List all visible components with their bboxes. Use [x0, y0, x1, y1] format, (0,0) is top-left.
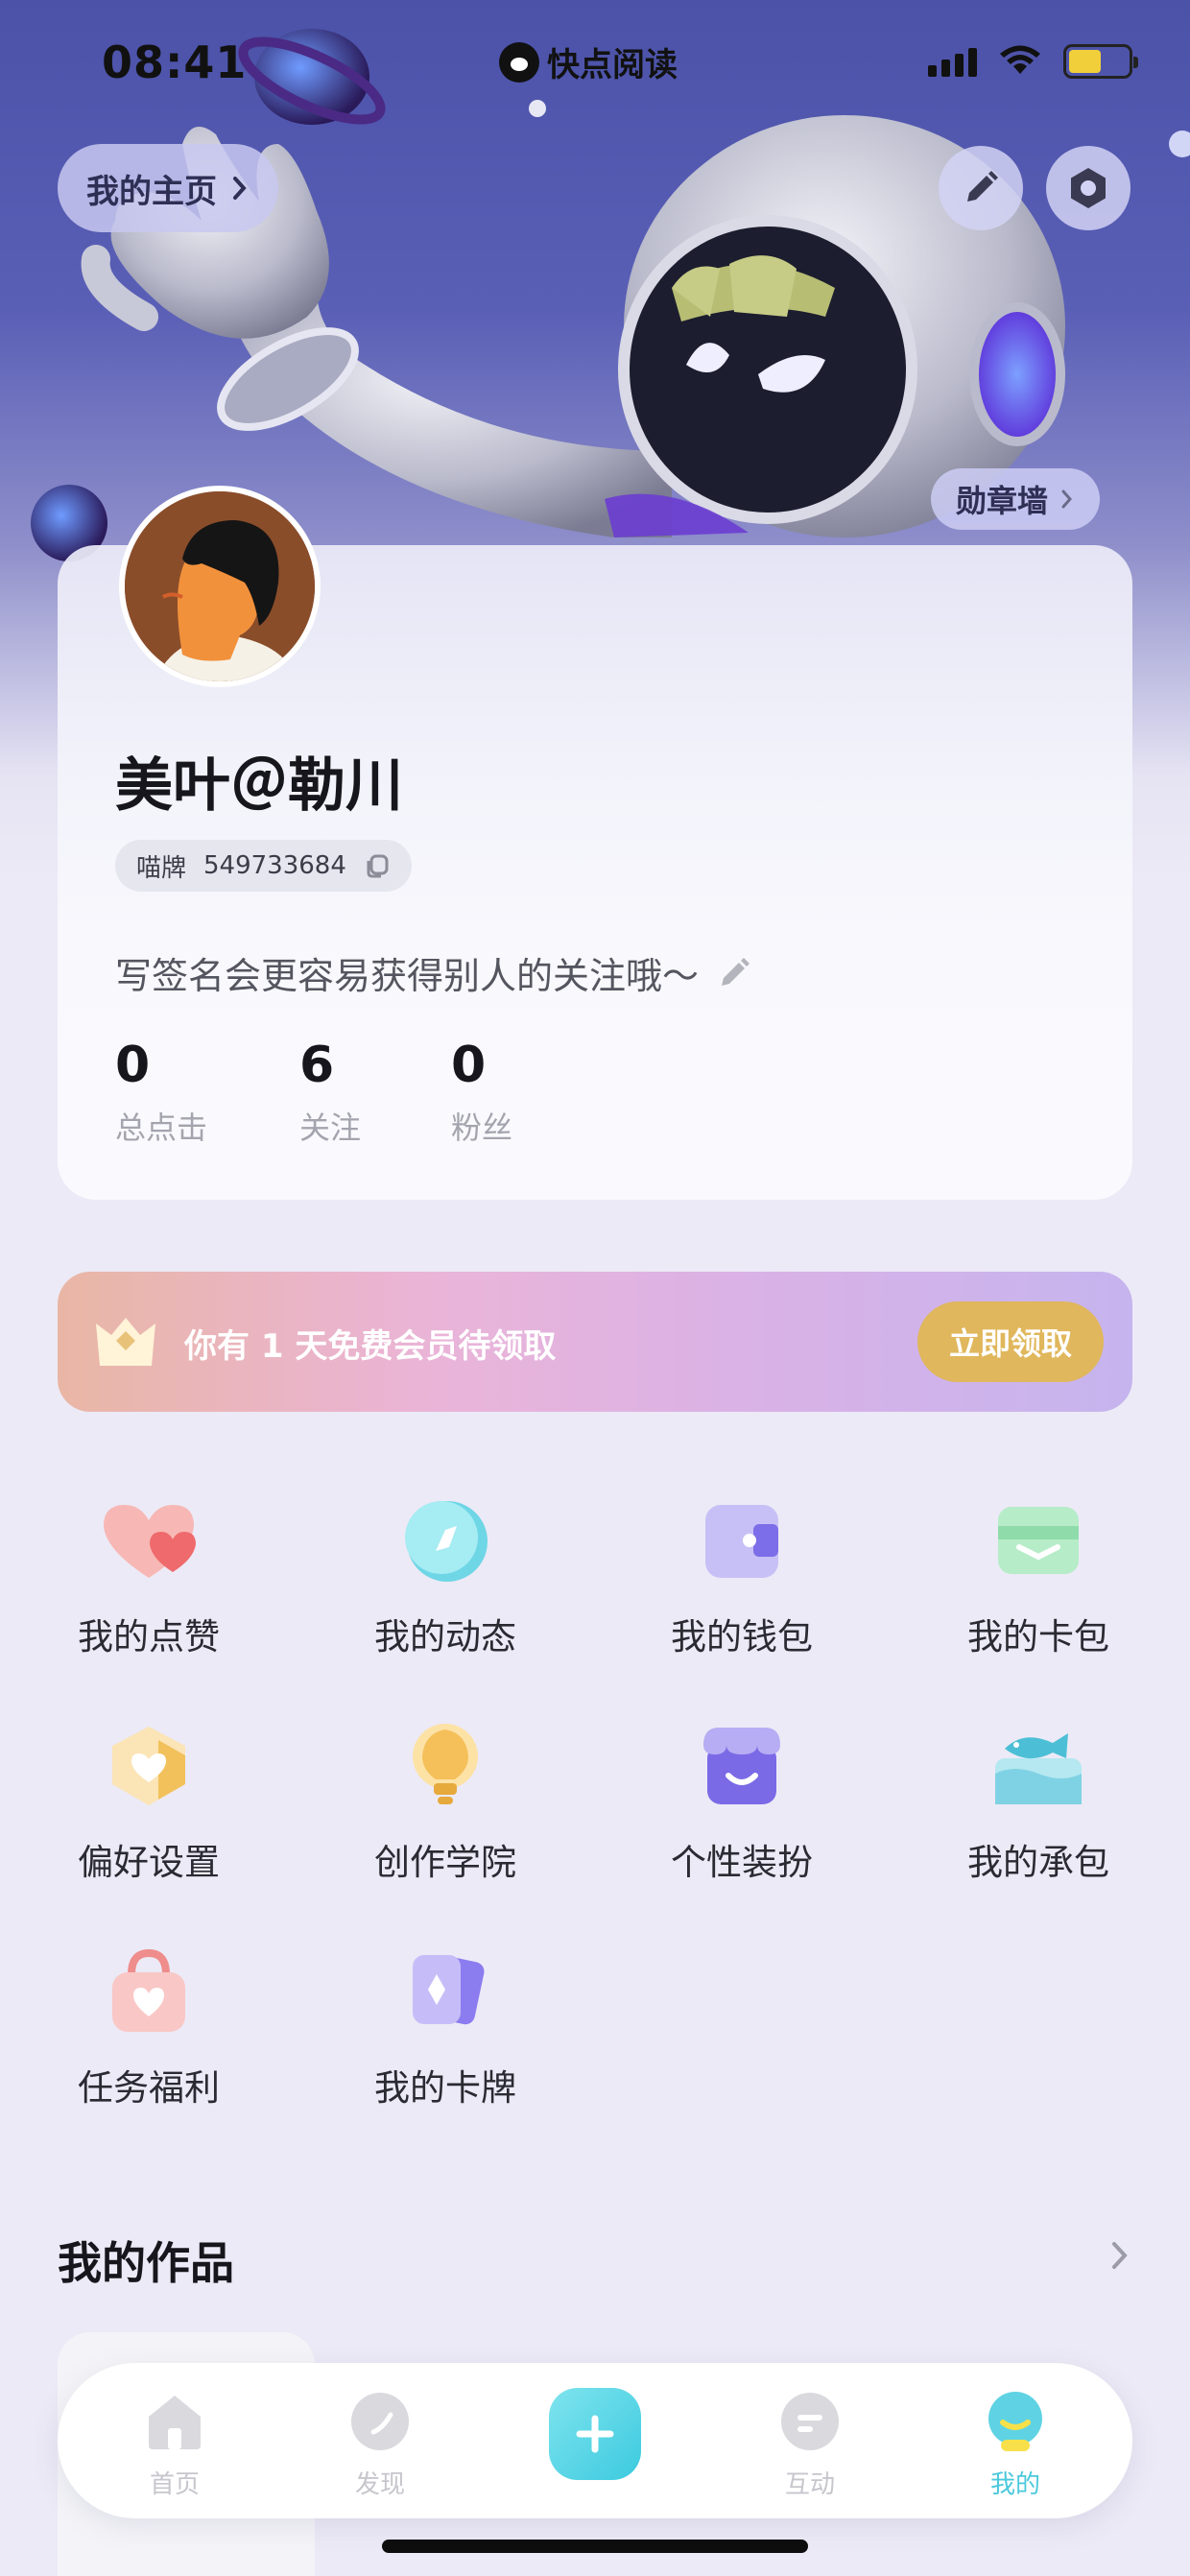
pencil-icon [722, 957, 750, 986]
gear-icon [1071, 168, 1106, 208]
stat-following[interactable]: 6 关注 [299, 1037, 361, 1148]
tab-interaction[interactable]: 互动 [752, 2390, 868, 2500]
id-number: 549733684 [203, 851, 346, 880]
shop-icon [703, 1728, 780, 1804]
my-homepage-label: 我的主页 [86, 172, 217, 211]
page-dot [529, 100, 546, 117]
chevron-right-icon [1061, 489, 1073, 509]
tab-home[interactable]: 首页 [117, 2390, 232, 2500]
my-works-title: 我的作品 [58, 2237, 234, 2289]
preference-icon [112, 1727, 185, 1805]
stat-label: 关注 [299, 1109, 362, 1146]
edit-profile-button[interactable] [939, 146, 1023, 230]
menu-dress-up[interactable]: 个性装扮 [646, 1718, 838, 1885]
menu-label: 我的卡包 [967, 1616, 1109, 1658]
stat-value: 0 [115, 1037, 151, 1094]
claim-button[interactable]: 立即领取 [917, 1301, 1104, 1382]
username: 美叶＠勒川 [115, 752, 403, 820]
status-time: 08:41 [102, 36, 248, 88]
settings-button[interactable] [1046, 146, 1130, 230]
heart-icon [104, 1505, 196, 1578]
menu-label: 创作学院 [374, 1842, 516, 1883]
discover-icon [351, 2393, 409, 2450]
stat-value: 0 [451, 1037, 487, 1094]
battery-level [1069, 50, 1101, 73]
home-icon [149, 2396, 201, 2449]
tab-label: 发现 [354, 2470, 405, 2499]
fish-icon [995, 1733, 1082, 1804]
status-icons [928, 44, 1138, 79]
tab-label: 互动 [784, 2470, 835, 2499]
avatar[interactable] [119, 486, 321, 687]
gift-bag-icon [112, 1948, 185, 2032]
chevron-right-icon [233, 177, 247, 200]
avatar-illustration [125, 491, 315, 681]
status-app-name: 快点阅读 [547, 46, 678, 84]
menu-label: 我的卡牌 [374, 2067, 516, 2109]
create-button[interactable] [549, 2388, 641, 2480]
tab-label: 我的 [989, 2470, 1040, 2499]
menu-my-posts[interactable]: 我的动态 [349, 1492, 541, 1659]
menu-my-wallet[interactable]: 我的钱包 [646, 1492, 838, 1659]
vip-banner[interactable]: 你有 1 天免费会员待领取 立即领取 [58, 1272, 1132, 1412]
profile-icon [988, 2392, 1042, 2451]
chevron-right-icon[interactable] [1107, 2236, 1132, 2275]
menu-preferences[interactable]: 偏好设置 [53, 1718, 245, 1885]
menu-label: 我的点赞 [78, 1616, 220, 1658]
home-indicator [382, 2540, 808, 2553]
menu-label: 我的动态 [374, 1616, 516, 1658]
medal-wall-label: 勋章墙 [956, 483, 1049, 519]
id-prefix: 喵牌 [136, 853, 187, 883]
stat-followers[interactable]: 0 粉丝 [451, 1037, 512, 1148]
menu-label: 任务福利 [78, 2067, 220, 2109]
menu-my-cards[interactable]: 我的卡牌 [349, 1944, 541, 2111]
stat-total-clicks[interactable]: 0 总点击 [115, 1037, 207, 1148]
copy-icon[interactable] [364, 852, 391, 879]
menu-my-contracts[interactable]: 我的承包 [942, 1718, 1134, 1885]
menu-my-card-holder[interactable]: 我的卡包 [942, 1492, 1134, 1659]
cards-icon [413, 1955, 485, 2025]
crown-icon [96, 1318, 155, 1366]
menu-my-likes[interactable]: 我的点赞 [53, 1492, 245, 1659]
vip-banner-text: 你有 1 天免费会员待领取 [184, 1327, 557, 1366]
pencil-icon [967, 171, 998, 202]
user-id-pill[interactable]: 喵牌 549733684 [115, 840, 412, 892]
wifi-icon [1000, 45, 1040, 74]
menu-label: 偏好设置 [78, 1842, 220, 1883]
paw-icon [499, 41, 539, 83]
plus-icon [576, 2415, 614, 2453]
tab-label: 首页 [149, 2470, 200, 2499]
chat-icon [781, 2393, 839, 2450]
card-holder-icon [998, 1507, 1079, 1574]
tab-me[interactable]: 我的 [958, 2390, 1073, 2500]
stat-value: 6 [299, 1037, 335, 1094]
my-homepage-button[interactable]: 我的主页 [58, 144, 278, 232]
compass-icon [405, 1501, 488, 1582]
cellular-signal-icon [928, 46, 977, 77]
menu-task-rewards[interactable]: 任务福利 [53, 1944, 245, 2111]
menu-creator-academy[interactable]: 创作学院 [349, 1718, 541, 1885]
menu-label: 我的承包 [967, 1842, 1109, 1883]
bio-placeholder: 写签名会更容易获得别人的关注哦～ [115, 955, 700, 997]
medal-wall-button[interactable]: 勋章墙 [931, 468, 1101, 530]
wallet-icon [705, 1505, 778, 1578]
lightbulb-icon [413, 1724, 478, 1804]
bottom-tab-bar: 首页 发现 互动 我的 [58, 2363, 1132, 2518]
status-app-indicator: 快点阅读 [499, 38, 678, 85]
stat-label: 总点击 [115, 1109, 208, 1146]
tab-discover[interactable]: 发现 [322, 2390, 438, 2500]
stat-label: 粉丝 [451, 1109, 513, 1146]
battery-icon [1063, 44, 1138, 79]
menu-label: 我的钱包 [671, 1616, 813, 1658]
bio-line[interactable]: 写签名会更容易获得别人的关注哦～ [115, 946, 752, 999]
menu-label: 个性装扮 [671, 1842, 813, 1883]
